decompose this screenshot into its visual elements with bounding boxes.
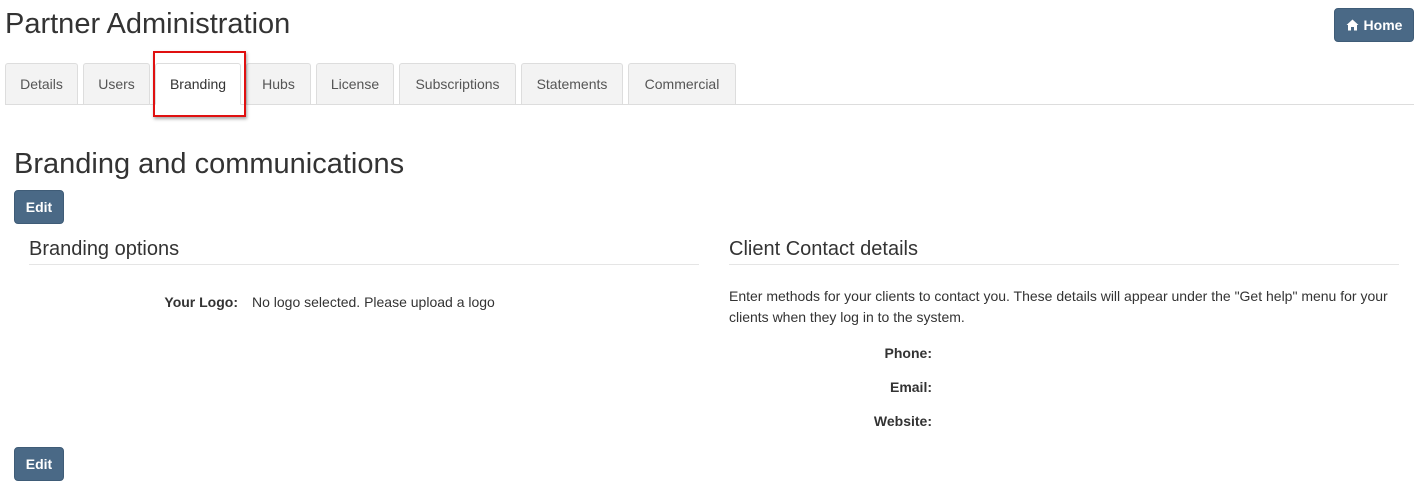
section-heading: Branding and communications bbox=[14, 148, 405, 180]
client-contact-description: Enter methods for your clients to contac… bbox=[729, 288, 1388, 325]
tab-hubs[interactable]: Hubs bbox=[246, 63, 311, 104]
website-label: Website: bbox=[873, 413, 932, 429]
home-button-label: Home bbox=[1363, 17, 1403, 33]
email-label: Email: bbox=[889, 379, 932, 395]
page-title: Partner Administration bbox=[5, 8, 291, 40]
logo-label: Your Logo: bbox=[164, 294, 238, 310]
tab-subscriptions[interactable]: Subscriptions bbox=[399, 63, 516, 104]
phone-label: Phone: bbox=[884, 345, 932, 361]
home-button[interactable]: Home bbox=[1334, 8, 1414, 42]
partner-admin-page: Partner Administration Home Details User… bbox=[0, 0, 1416, 502]
tab-users[interactable]: Users bbox=[83, 63, 150, 104]
tab-bar: Details Users Branding Hubs License Subs… bbox=[5, 63, 1414, 105]
tab-commercial[interactable]: Commercial bbox=[628, 63, 736, 104]
branding-options-divider bbox=[29, 264, 699, 265]
edit-button-bottom[interactable]: Edit bbox=[14, 447, 64, 481]
branding-options-title: Branding options bbox=[29, 238, 180, 260]
edit-button-top[interactable]: Edit bbox=[14, 190, 64, 224]
tab-license[interactable]: License bbox=[316, 63, 394, 104]
client-contact-divider bbox=[729, 264, 1399, 265]
logo-value: No logo selected. Please upload a logo bbox=[252, 294, 495, 310]
home-icon bbox=[1346, 19, 1359, 31]
tab-details[interactable]: Details bbox=[5, 63, 78, 104]
tab-branding[interactable]: Branding bbox=[155, 63, 241, 105]
client-contact-title: Client Contact details bbox=[729, 238, 918, 260]
tab-statements[interactable]: Statements bbox=[521, 63, 623, 104]
